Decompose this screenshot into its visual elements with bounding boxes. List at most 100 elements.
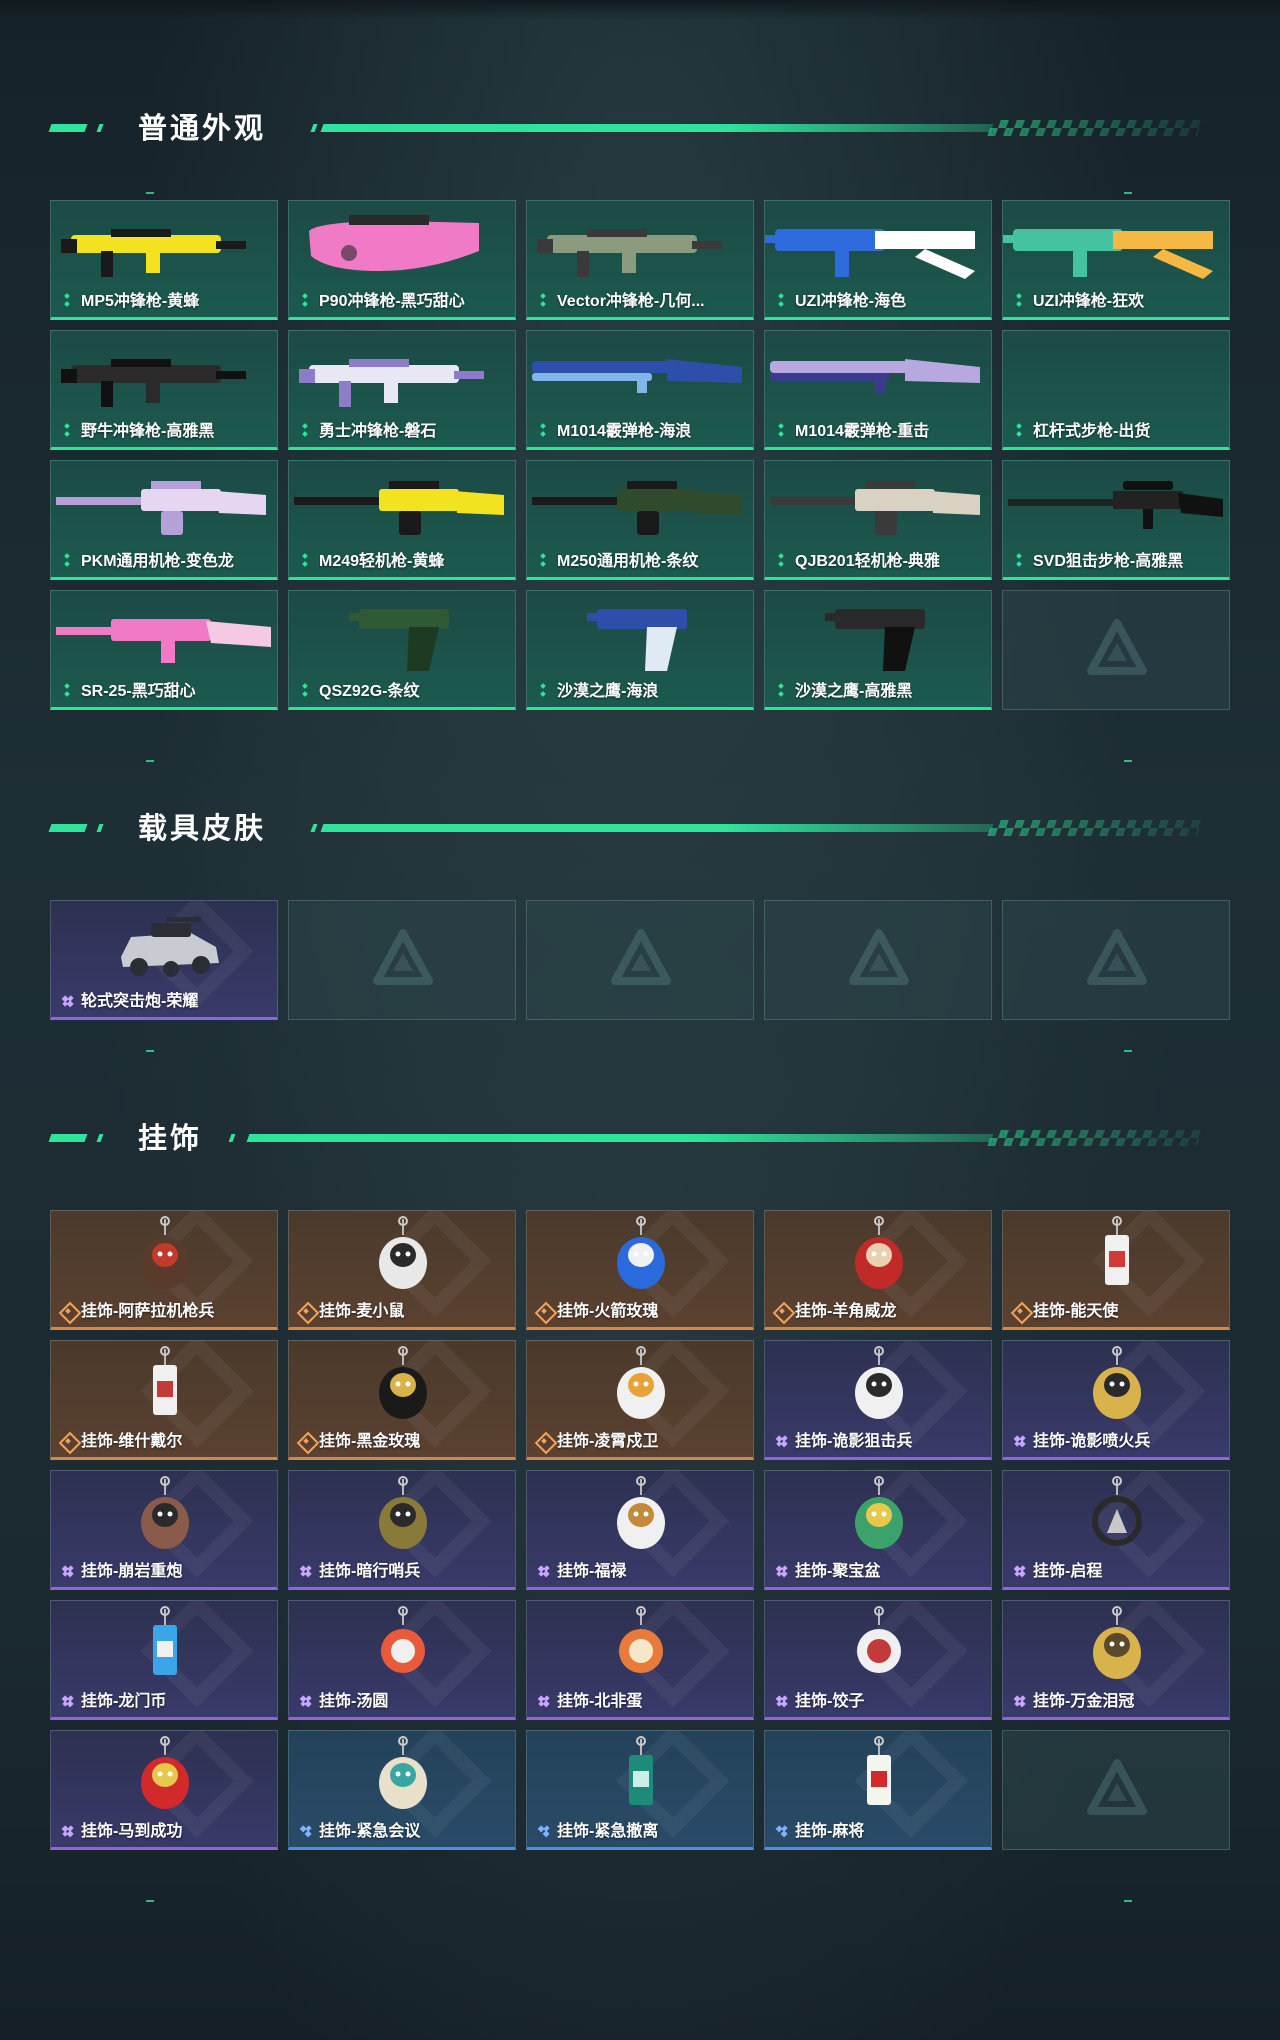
rarity-orange-icon: [1013, 1304, 1027, 1318]
section-charms: 挂饰 挂饰-阿萨拉机枪兵 挂饰-麦小鼠 挂饰-火箭玫瑰 挂饰-羊角威龙 挂饰-能…: [0, 1118, 1280, 1902]
header-accent-tick: [310, 124, 318, 132]
item-grid: 轮式突击炮-荣耀: [50, 900, 1230, 1020]
item-card[interactable]: 挂饰-麦小鼠: [288, 1210, 516, 1330]
rarity-purple-icon: [61, 1694, 75, 1708]
item-card[interactable]: 挂饰-黑金玫瑰: [288, 1340, 516, 1460]
rarity-purple-icon: [61, 1564, 75, 1578]
rarity-purple-icon: [1013, 1694, 1027, 1708]
item-card[interactable]: 挂饰-北非蛋: [526, 1600, 754, 1720]
item-card[interactable]: 挂饰-凌霄戍卫: [526, 1340, 754, 1460]
header-accent-tick: [96, 1134, 104, 1142]
item-card[interactable]: M1014霰弹枪-重击: [764, 330, 992, 450]
item-card[interactable]: SVD狙击步枪-高雅黑: [1002, 460, 1230, 580]
item-card[interactable]: 野牛冲锋枪-高雅黑: [50, 330, 278, 450]
item-label: 挂饰-诡影狙击兵: [795, 1433, 913, 1450]
placeholder-logo-icon: [611, 929, 671, 989]
item-card[interactable]: 轮式突击炮-荣耀: [50, 900, 278, 1020]
weapon-image: [289, 331, 515, 421]
rarity-purple-icon: [1013, 1564, 1027, 1578]
corner-mark: [1124, 1900, 1132, 1902]
rarity-green-icon: [537, 294, 551, 308]
item-card[interactable]: 挂饰-崩岩重炮: [50, 1470, 278, 1590]
item-label: 挂饰-麻将: [795, 1823, 865, 1840]
item-card[interactable]: 挂饰-福禄: [526, 1470, 754, 1590]
item-card[interactable]: 挂饰-万金泪冠: [1002, 1600, 1230, 1720]
item-card[interactable]: 挂饰-能天使: [1002, 1210, 1230, 1330]
item-label: 挂饰-暗行哨兵: [319, 1563, 421, 1580]
item-card[interactable]: 挂饰-暗行哨兵: [288, 1470, 516, 1590]
charm-image: [765, 1731, 991, 1821]
item-card[interactable]: 挂饰-阿萨拉机枪兵: [50, 1210, 278, 1330]
item-label: 挂饰-马到成功: [81, 1823, 183, 1840]
item-label: 挂饰-龙门币: [81, 1693, 167, 1710]
item-card[interactable]: 挂饰-麻将: [764, 1730, 992, 1850]
item-label: 挂饰-阿萨拉机枪兵: [81, 1303, 215, 1320]
header-accent-tick: [96, 124, 104, 132]
item-card[interactable]: 挂饰-饺子: [764, 1600, 992, 1720]
rarity-green-icon: [299, 424, 313, 438]
item-card[interactable]: 挂饰-汤圆: [288, 1600, 516, 1720]
item-card[interactable]: 挂饰-龙门币: [50, 1600, 278, 1720]
weapon-image: [765, 201, 991, 291]
empty-slot: [1002, 1730, 1230, 1850]
rarity-green-icon: [775, 554, 789, 568]
rarity-purple-icon: [1013, 1434, 1027, 1448]
item-card[interactable]: PKM通用机枪-变色龙: [50, 460, 278, 580]
charm-image: [765, 1341, 991, 1431]
item-card[interactable]: 挂饰-紧急会议: [288, 1730, 516, 1850]
item-card[interactable]: 勇士冲锋枪-磐石: [288, 330, 516, 450]
rarity-purple-icon: [775, 1694, 789, 1708]
item-card[interactable]: 沙漠之鹰-高雅黑: [764, 590, 992, 710]
item-label: 挂饰-聚宝盆: [795, 1563, 881, 1580]
rarity-orange-icon: [299, 1304, 313, 1318]
item-card[interactable]: M1014霰弹枪-海浪: [526, 330, 754, 450]
weapon-image: [527, 201, 753, 291]
charm-image: [527, 1341, 753, 1431]
item-label: 挂饰-紧急会议: [319, 1823, 421, 1840]
rarity-purple-icon: [299, 1694, 313, 1708]
item-card[interactable]: 挂饰-维什戴尔: [50, 1340, 278, 1460]
item-card[interactable]: 挂饰-紧急撤离: [526, 1730, 754, 1850]
item-card[interactable]: Vector冲锋枪-几何...: [526, 200, 754, 320]
item-card[interactable]: 挂饰-火箭玫瑰: [526, 1210, 754, 1330]
section-title: 普通外观: [138, 111, 267, 145]
item-card[interactable]: P90冲锋枪-黑巧甜心: [288, 200, 516, 320]
item-card[interactable]: M249轻机枪-黄蜂: [288, 460, 516, 580]
section-header: 普通外观: [0, 108, 1280, 148]
rarity-green-icon: [61, 554, 75, 568]
item-label: 挂饰-饺子: [795, 1693, 865, 1710]
rarity-orange-icon: [775, 1304, 789, 1318]
top-bar: [0, 0, 1280, 20]
item-card[interactable]: 挂饰-诡影喷火兵: [1002, 1340, 1230, 1460]
charm-image: [527, 1471, 753, 1561]
item-label: M1014霰弹枪-重击: [795, 423, 930, 440]
item-label: 挂饰-崩岩重炮: [81, 1563, 183, 1580]
item-card[interactable]: 杠杆式步枪-出货: [1002, 330, 1230, 450]
item-card[interactable]: UZI冲锋枪-狂欢: [1002, 200, 1230, 320]
item-card[interactable]: QJB201轻机枪-典雅: [764, 460, 992, 580]
rarity-purple-icon: [299, 1564, 313, 1578]
rarity-green-icon: [1013, 554, 1027, 568]
item-card[interactable]: 挂饰-启程: [1002, 1470, 1230, 1590]
item-card[interactable]: 挂饰-马到成功: [50, 1730, 278, 1850]
item-card[interactable]: 挂饰-诡影狙击兵: [764, 1340, 992, 1460]
item-card[interactable]: QSZ92G-条纹: [288, 590, 516, 710]
item-label: 挂饰-万金泪冠: [1033, 1693, 1135, 1710]
placeholder-logo-icon: [373, 929, 433, 989]
charm-image: [1003, 1211, 1229, 1301]
item-card[interactable]: 挂饰-羊角威龙: [764, 1210, 992, 1330]
item-label: MP5冲锋枪-黄蜂: [81, 293, 200, 310]
item-card[interactable]: SR-25-黑巧甜心: [50, 590, 278, 710]
item-card[interactable]: M250通用机枪-条纹: [526, 460, 754, 580]
item-card[interactable]: UZI冲锋枪-海色: [764, 200, 992, 320]
weapon-image: [1003, 461, 1229, 551]
item-label: 沙漠之鹰-高雅黑: [795, 683, 913, 700]
rarity-green-icon: [775, 294, 789, 308]
weapon-image: [527, 461, 753, 551]
item-card[interactable]: 挂饰-聚宝盆: [764, 1470, 992, 1590]
item-label: 挂饰-麦小鼠: [319, 1303, 405, 1320]
item-card[interactable]: MP5冲锋枪-黄蜂: [50, 200, 278, 320]
item-card[interactable]: 沙漠之鹰-海浪: [526, 590, 754, 710]
item-label: 挂饰-黑金玫瑰: [319, 1433, 421, 1450]
item-label: 轮式突击炮-荣耀: [81, 993, 199, 1010]
